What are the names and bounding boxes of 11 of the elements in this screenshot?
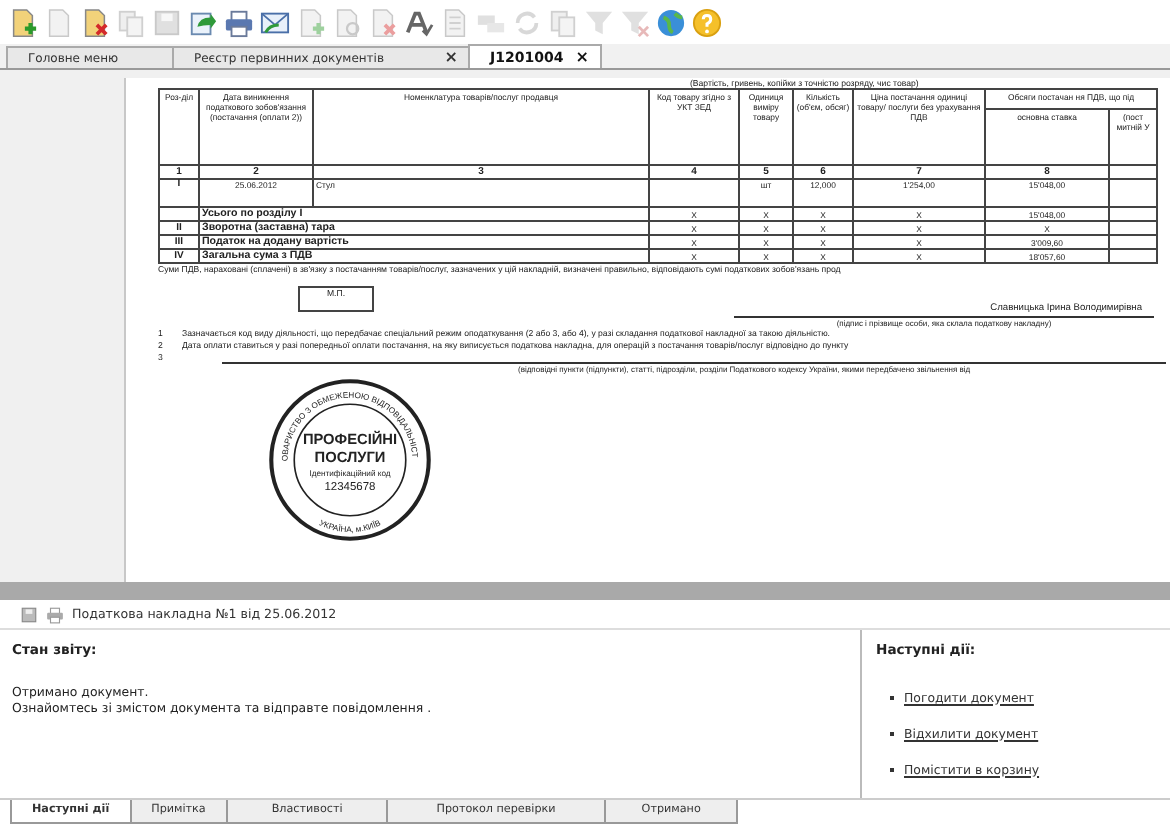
print-icon[interactable]	[224, 7, 254, 37]
delete-document-icon[interactable]	[80, 7, 110, 37]
envelope-icon[interactable]	[260, 7, 290, 37]
close-icon[interactable]: ×	[444, 50, 458, 66]
save-icon[interactable]	[20, 605, 38, 623]
spellcheck-icon[interactable]	[404, 7, 434, 37]
help-icon[interactable]	[692, 7, 722, 37]
globe-icon[interactable]	[656, 7, 686, 37]
print-icon[interactable]	[46, 605, 64, 623]
close-icon[interactable]: ×	[575, 49, 589, 65]
add-document-icon[interactable]	[8, 7, 38, 37]
